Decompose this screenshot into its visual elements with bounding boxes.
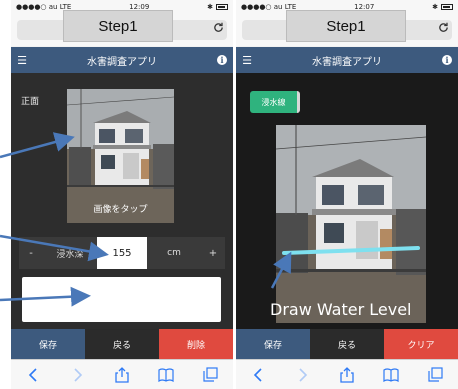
back-icon[interactable] xyxy=(248,365,268,385)
app-navbar: ☰ 水害調査アプリ i xyxy=(11,47,233,73)
back-icon[interactable] xyxy=(23,365,43,385)
save-button[interactable]: 保存 xyxy=(11,329,85,359)
back-button[interactable]: 戻る xyxy=(85,329,159,359)
draw-water-level-caption: Draw Water Level xyxy=(270,300,412,319)
bluetooth-icon: ✱ xyxy=(432,2,438,11)
forward-icon[interactable] xyxy=(293,365,313,385)
tabs-icon[interactable] xyxy=(426,365,446,385)
reload-icon[interactable] xyxy=(438,22,449,36)
share-icon[interactable] xyxy=(337,365,357,385)
share-icon[interactable] xyxy=(112,365,132,385)
bluetooth-icon: ✱ xyxy=(207,2,213,11)
info-icon[interactable]: i xyxy=(211,49,233,71)
step-label: Step1 xyxy=(63,10,173,42)
increment-button[interactable]: + xyxy=(201,248,225,259)
phone-screen-right: ●●●●○ au LTE 12:07 ✱ Step1 ☰ 水害調査アプリ i 浸… xyxy=(236,0,458,389)
depth-input[interactable]: 155 xyxy=(97,237,147,269)
action-buttons: 保存 戻る クリア xyxy=(236,329,458,359)
phone-screen-left: ●●●●○ au LTE 12:09 ✱ Step1 ☰ 水害調査アプリ i 正… xyxy=(11,0,233,389)
hamburger-icon[interactable]: ☰ xyxy=(236,54,258,67)
app-title: 水害調査アプリ xyxy=(312,56,382,68)
tap-image-hint: 画像をタップ xyxy=(93,205,148,215)
status-icons: ✱ xyxy=(207,3,228,11)
front-label: 正面 xyxy=(21,97,40,107)
memo-textarea[interactable] xyxy=(22,277,221,322)
app-navbar: ☰ 水害調査アプリ i xyxy=(236,47,458,73)
back-button[interactable]: 戻る xyxy=(310,329,384,359)
action-buttons: 保存 戻る 削除 xyxy=(11,329,233,359)
bookmarks-icon[interactable] xyxy=(156,365,176,385)
battery-icon xyxy=(440,3,453,10)
browser-toolbar xyxy=(11,359,233,389)
battery-icon xyxy=(215,3,228,10)
decrement-button[interactable]: - xyxy=(19,248,43,259)
depth-label: 浸水深 xyxy=(56,249,84,260)
app-title: 水害調査アプリ xyxy=(87,56,157,68)
hamburger-icon[interactable]: ☰ xyxy=(11,54,33,67)
water-level-editor: 浸水線 Draw Water Level 保存 戻る クリア xyxy=(236,73,458,359)
reload-icon[interactable] xyxy=(213,22,224,36)
clear-button[interactable]: クリア xyxy=(384,329,458,359)
forward-icon[interactable] xyxy=(68,365,88,385)
house-photo[interactable]: 画像をタップ xyxy=(67,89,174,223)
save-button[interactable]: 保存 xyxy=(236,329,310,359)
tabs-icon[interactable] xyxy=(201,365,221,385)
depth-stepper: - 浸水深 155 cm + xyxy=(19,237,225,269)
browser-toolbar xyxy=(236,359,458,389)
step-label: Step1 xyxy=(286,10,406,42)
delete-button[interactable]: 削除 xyxy=(159,329,233,359)
status-icons: ✱ xyxy=(432,3,453,11)
bookmarks-icon[interactable] xyxy=(381,365,401,385)
tutorial-canvas: ●●●●○ au LTE 12:09 ✱ Step1 ☰ 水害調査アプリ i 正… xyxy=(0,0,458,389)
depth-unit: cm xyxy=(167,248,181,258)
survey-form: 正面 画像をタップ - 浸水深 155 cm + 保存 戻る 削除 xyxy=(11,73,233,359)
info-icon[interactable]: i xyxy=(436,49,458,71)
